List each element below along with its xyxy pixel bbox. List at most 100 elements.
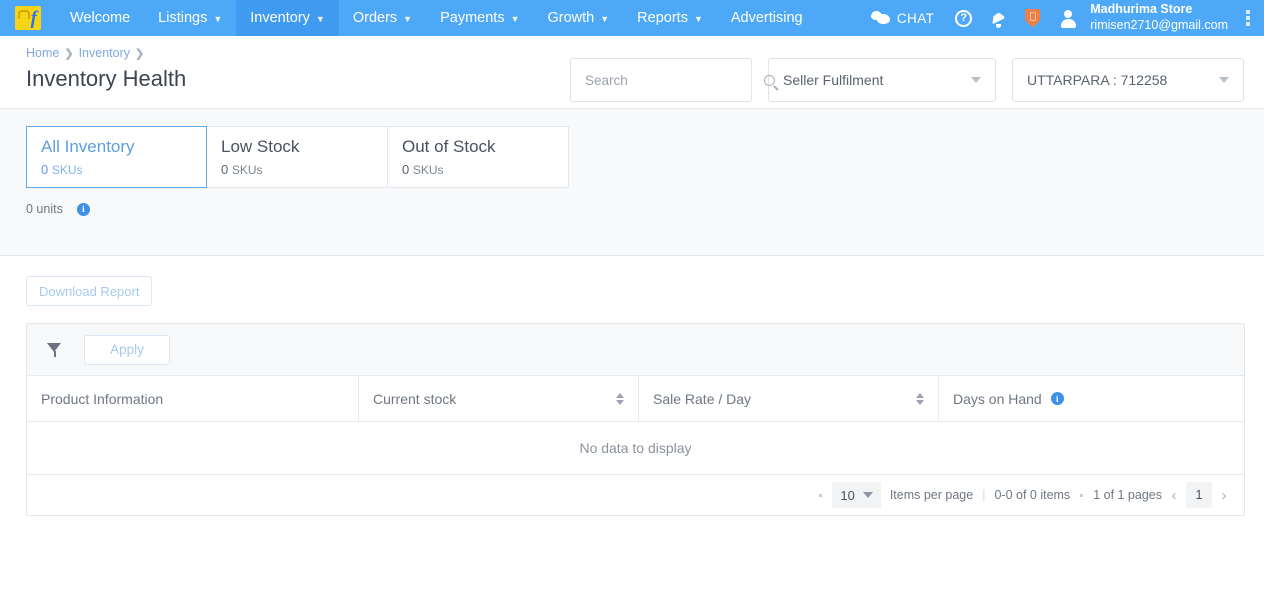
column-label: Product Information (41, 390, 164, 407)
items-per-page-select[interactable]: 10 (832, 482, 881, 508)
nav-item-label: Advertising (730, 10, 803, 26)
nav-item-inventory[interactable]: Inventory ▼ (236, 0, 339, 36)
tab-count: 0 SKUs (402, 162, 568, 177)
shield-badge-icon (1025, 8, 1041, 28)
tab-count-value: 0 (402, 162, 410, 178)
previous-page-button[interactable]: ‹ (1162, 482, 1186, 508)
flipkart-bag-icon: f (15, 6, 41, 30)
fulfilment-select[interactable]: Seller Fulfilment (768, 58, 996, 102)
nav-item-label: Growth (547, 10, 595, 26)
units-text: 0 units (26, 202, 63, 216)
info-icon[interactable]: i (1050, 392, 1064, 405)
nav-item-payments[interactable]: Payments ▼ (426, 0, 533, 36)
tab-label: Out of Stock (402, 137, 496, 156)
sort-icon[interactable] (616, 392, 624, 405)
nav-item-reports[interactable]: Reports ▼ (623, 0, 717, 36)
chevron-down-icon: ▼ (403, 14, 413, 24)
empty-state-message: No data to display (579, 440, 692, 456)
inventory-grid: Apply Product Information Current stock … (26, 323, 1245, 516)
chevron-down-icon: ▼ (510, 14, 520, 24)
table-empty-state: No data to display (27, 422, 1244, 475)
chevron-down-icon (862, 492, 873, 498)
pagination-separator-dot (1080, 493, 1084, 497)
tab-all-inventory[interactable]: All Inventory 0 SKUs (26, 126, 207, 188)
account-avatar[interactable] (1051, 0, 1085, 36)
column-label: Days on Hand (953, 390, 1042, 407)
tab-count-value: 0 (41, 162, 49, 178)
tab-count: 0 SKUs (221, 162, 387, 177)
tab-low-stock[interactable]: Low Stock 0 SKUs (207, 126, 388, 188)
items-per-page-label: Items per page (889, 488, 974, 502)
help-button[interactable]: ? (946, 0, 981, 36)
chevron-down-icon: ▼ (693, 14, 703, 24)
nav-item-label: Reports (637, 10, 688, 26)
search-input[interactable] (583, 71, 764, 89)
tab-count-value: 0 (221, 162, 229, 178)
page-header-left: Home ❯ Inventory ❯ Inventory Health (26, 44, 186, 107)
top-navbar: f Welcome Listings ▼ Inventory ▼ Orders … (0, 0, 1264, 36)
column-header-sale-rate-per-day[interactable]: Sale Rate / Day (638, 376, 938, 421)
nav-item-listings[interactable]: Listings ▼ (144, 0, 236, 36)
notifications-button[interactable] (983, 0, 1014, 36)
tab-count-unit: SKUs (231, 163, 263, 178)
page-title: Inventory Health (26, 66, 187, 91)
column-header-days-on-hand[interactable]: Days on Hand i (938, 376, 1244, 421)
table-header-row: Product Information Current stock Sale R… (27, 376, 1244, 422)
nav-items: Welcome Listings ▼ Inventory ▼ Orders ▼ … (56, 0, 817, 36)
page-range-label: 1 of 1 pages (1093, 488, 1162, 502)
flipkart-logo[interactable]: f (0, 0, 56, 36)
column-header-product-information[interactable]: Product Information (27, 376, 358, 421)
info-icon[interactable]: i (76, 202, 90, 216)
breadcrumb: Home ❯ Inventory ❯ (26, 46, 186, 60)
pagination-bar: 10 Items per page | 0-0 of 0 items 1 of … (27, 475, 1244, 515)
breadcrumb-separator-icon: ❯ (64, 47, 74, 60)
filter-icon[interactable] (47, 342, 62, 357)
chat-icon (870, 10, 891, 26)
nav-item-label: Orders (352, 10, 398, 26)
tab-count-unit: SKUs (412, 163, 444, 178)
column-label: Current stock (373, 390, 457, 407)
search-box[interactable] (570, 58, 775, 102)
apply-button[interactable]: Apply (84, 334, 170, 365)
filter-bar: Apply (27, 324, 1244, 376)
chevron-down-icon (971, 77, 981, 83)
breadcrumb-separator-icon: ❯ (134, 47, 145, 60)
column-label: Sale Rate / Day (653, 390, 752, 407)
breadcrumb-inventory[interactable]: Inventory (79, 46, 130, 60)
page-number-1[interactable]: 1 (1186, 482, 1212, 508)
column-header-current-stock[interactable]: Current stock (358, 376, 638, 421)
content-area: Download Report Apply Product Informatio… (0, 256, 1264, 516)
location-select-value: UTTARPARA : 712258 (1027, 72, 1168, 88)
pagination-divider: | (982, 488, 986, 502)
account-name: Madhurima Store (1090, 2, 1193, 17)
nav-item-growth[interactable]: Growth ▼ (534, 0, 624, 36)
item-range-label: 0-0 of 0 items (994, 488, 1071, 502)
nav-item-orders[interactable]: Orders ▼ (339, 0, 426, 36)
next-page-button[interactable]: › (1212, 482, 1236, 508)
seller-badge-button[interactable] (1016, 0, 1049, 36)
help-icon: ? (955, 9, 973, 27)
location-select[interactable]: UTTARPARA : 712258 (1012, 58, 1244, 102)
inventory-tabs-strip: All Inventory 0 SKUs Low Stock 0 SKUs Ou… (0, 108, 1264, 256)
nav-item-welcome[interactable]: Welcome (56, 0, 144, 36)
tab-out-of-stock[interactable]: Out of Stock 0 SKUs (388, 126, 569, 188)
chevron-down-icon (1219, 77, 1229, 83)
navbar-actions: CHAT ? Madhurima Store rimisen2710@gmail… (861, 0, 1264, 36)
account-info[interactable]: Madhurima Store rimisen2710@gmail.com (1087, 2, 1236, 33)
nav-item-advertising[interactable]: Advertising (717, 0, 817, 36)
chat-label: CHAT (896, 10, 935, 26)
nav-item-label: Welcome (70, 10, 131, 26)
bell-icon (992, 12, 1005, 28)
download-report-button[interactable]: Download Report (26, 276, 153, 306)
search-icon[interactable] (764, 74, 775, 86)
items-per-page-value: 10 (840, 487, 855, 503)
tab-label: All Inventory (41, 137, 135, 156)
page-header: Home ❯ Inventory ❯ Inventory Health Sell… (0, 36, 1264, 108)
sort-icon[interactable] (916, 392, 924, 405)
page-header-controls: Seller Fulfilment UTTARPARA : 712258 (570, 44, 1244, 102)
breadcrumb-home[interactable]: Home (26, 46, 59, 60)
fulfilment-select-value: Seller Fulfilment (783, 72, 884, 88)
more-menu-icon[interactable] (1238, 10, 1258, 26)
chat-button[interactable]: CHAT (861, 10, 944, 26)
chevron-down-icon: ▼ (315, 14, 325, 24)
